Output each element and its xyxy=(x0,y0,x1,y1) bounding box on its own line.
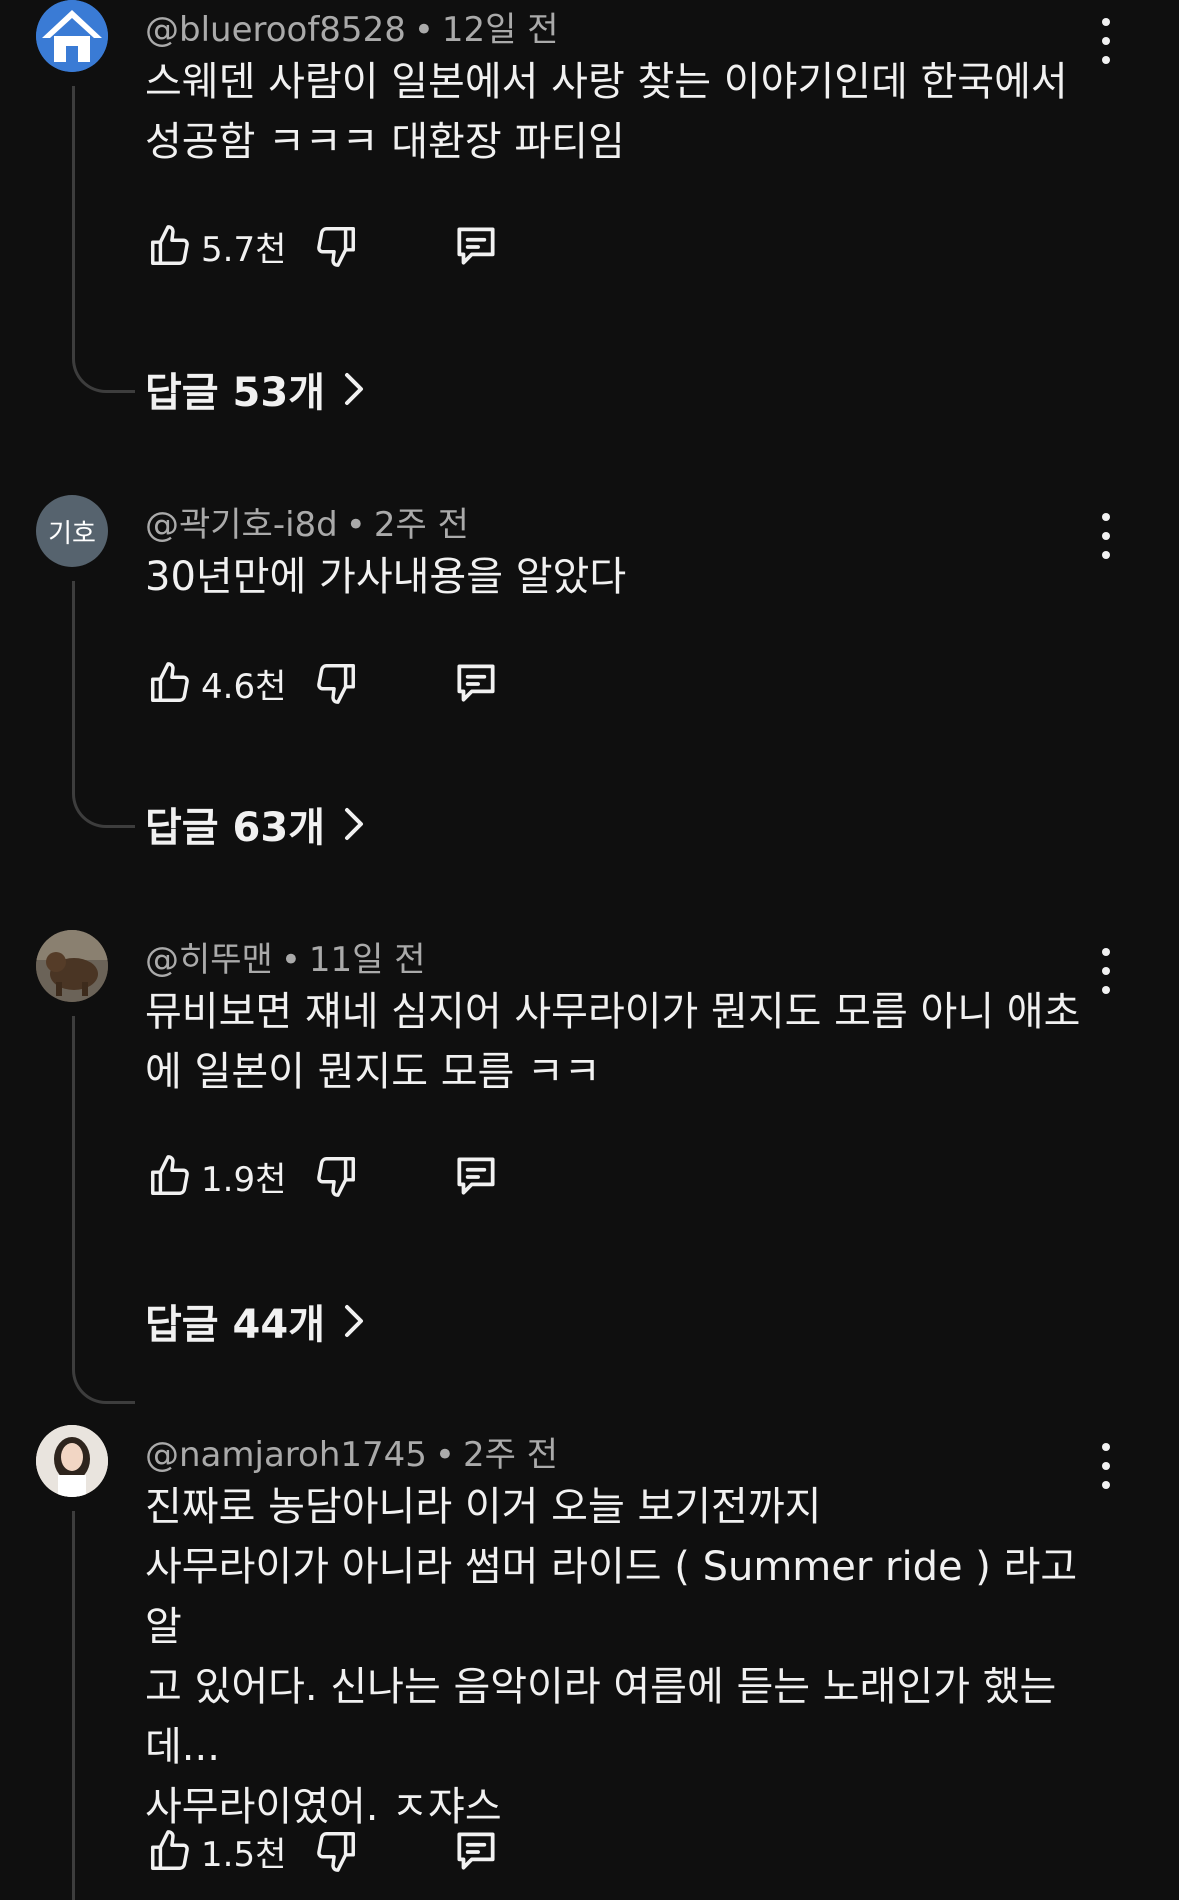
thumbs-up-icon xyxy=(151,662,189,702)
comment-icon xyxy=(457,227,495,265)
dislike-button[interactable] xyxy=(311,1826,361,1876)
replies-label: 답글 63개 xyxy=(145,805,325,851)
chevron-right-icon xyxy=(345,1305,363,1337)
comment-text: 30년만에 가사내용을 알았다 xyxy=(145,554,627,600)
comment-text: 스웨덴 사람이 일본에서 사랑 찾는 이야기인데 한국에서 성공함 ㅋㅋㅋ 대환… xyxy=(145,59,1068,165)
like-count: 1.5천 xyxy=(201,1834,287,1875)
comment-time[interactable]: 12일 전 xyxy=(442,10,559,50)
thumbs-down-icon xyxy=(317,1157,355,1197)
thumbs-up-icon xyxy=(151,1830,189,1870)
thumbs-up-icon xyxy=(151,1155,189,1195)
thread-line xyxy=(72,581,135,828)
meta-separator: • xyxy=(345,505,366,545)
avatar-initials: 기호 xyxy=(48,518,96,549)
comment-icon xyxy=(457,1157,495,1195)
chevron-right-icon xyxy=(345,373,363,405)
comment-author[interactable]: @곽기호-i8d xyxy=(145,505,338,545)
profile-photo-icon xyxy=(36,1425,108,1497)
meta-separator: • xyxy=(434,1435,455,1475)
dislike-button[interactable] xyxy=(311,658,361,708)
meta-separator: • xyxy=(413,10,434,50)
thumbs-down-icon xyxy=(317,227,355,267)
thumbs-up-icon xyxy=(151,225,189,265)
bear-photo-icon xyxy=(36,930,108,1002)
avatar[interactable] xyxy=(36,1425,108,1497)
more-options-icon[interactable] xyxy=(1090,513,1122,559)
reply-button[interactable] xyxy=(451,1151,501,1201)
like-button[interactable] xyxy=(145,221,195,271)
comment-meta: @히뚜맨 • 11일 전 xyxy=(145,932,426,981)
comment-author[interactable]: @히뚜맨 xyxy=(145,940,273,980)
replies-label: 답글 44개 xyxy=(145,1302,325,1348)
comment-text: 진짜로 농담아니라 이거 오늘 보기전까지 사무라이가 아니라 썸머 라이드 (… xyxy=(145,1484,1078,1830)
avatar[interactable]: 기호 xyxy=(36,495,108,567)
comment-icon xyxy=(457,1832,495,1870)
reply-button[interactable] xyxy=(451,658,501,708)
like-button[interactable] xyxy=(145,658,195,708)
thread-line xyxy=(72,1511,135,1900)
comment-time[interactable]: 2주 전 xyxy=(374,505,469,545)
comment-actions: 4.6천 xyxy=(145,657,501,709)
more-options-icon[interactable] xyxy=(1090,1443,1122,1489)
chevron-right-icon xyxy=(345,808,363,840)
comment-meta: @namjaroh1745 • 2주 전 xyxy=(145,1427,558,1476)
comment-icon xyxy=(457,664,495,702)
like-count: 4.6천 xyxy=(201,666,287,707)
comment-author[interactable]: @namjaroh1745 xyxy=(145,1435,427,1475)
dislike-button[interactable] xyxy=(311,1151,361,1201)
comment-time[interactable]: 11일 전 xyxy=(309,940,426,980)
more-options-icon[interactable] xyxy=(1090,948,1122,994)
thread-line xyxy=(72,1016,135,1404)
comment-actions: 1.5천 xyxy=(145,1825,501,1877)
comment-author[interactable]: @blueroof8528 xyxy=(145,10,406,50)
like-button[interactable] xyxy=(145,1151,195,1201)
view-replies-button[interactable]: 답글 53개 xyxy=(145,360,367,418)
like-count: 5.7천 xyxy=(201,229,287,270)
comment-actions: 5.7천 xyxy=(145,220,501,272)
reply-button[interactable] xyxy=(451,1826,501,1876)
view-replies-button[interactable]: 답글 44개 xyxy=(145,1292,367,1350)
comment-meta: @곽기호-i8d • 2주 전 xyxy=(145,497,469,546)
comment-actions: 1.9천 xyxy=(145,1150,501,1202)
comment-text: 뮤비보면 쟤네 심지어 사무라이가 뭔지도 모름 아니 애초 에 일본이 뭔지도… xyxy=(145,989,1081,1095)
thumbs-down-icon xyxy=(317,664,355,704)
like-count: 1.9천 xyxy=(201,1159,287,1200)
more-options-icon[interactable] xyxy=(1090,18,1122,64)
avatar[interactable] xyxy=(36,930,108,1002)
reply-button[interactable] xyxy=(451,221,501,271)
thumbs-down-icon xyxy=(317,1832,355,1872)
comment-meta: @blueroof8528 • 12일 전 xyxy=(145,2,559,51)
like-button[interactable] xyxy=(145,1826,195,1876)
view-replies-button[interactable]: 답글 63개 xyxy=(145,795,367,853)
comment-time[interactable]: 2주 전 xyxy=(463,1435,558,1475)
meta-separator: • xyxy=(280,940,301,980)
dislike-button[interactable] xyxy=(311,221,361,271)
replies-label: 답글 53개 xyxy=(145,370,325,416)
house-icon xyxy=(36,0,108,72)
thread-line xyxy=(72,86,135,393)
avatar[interactable] xyxy=(36,0,108,72)
